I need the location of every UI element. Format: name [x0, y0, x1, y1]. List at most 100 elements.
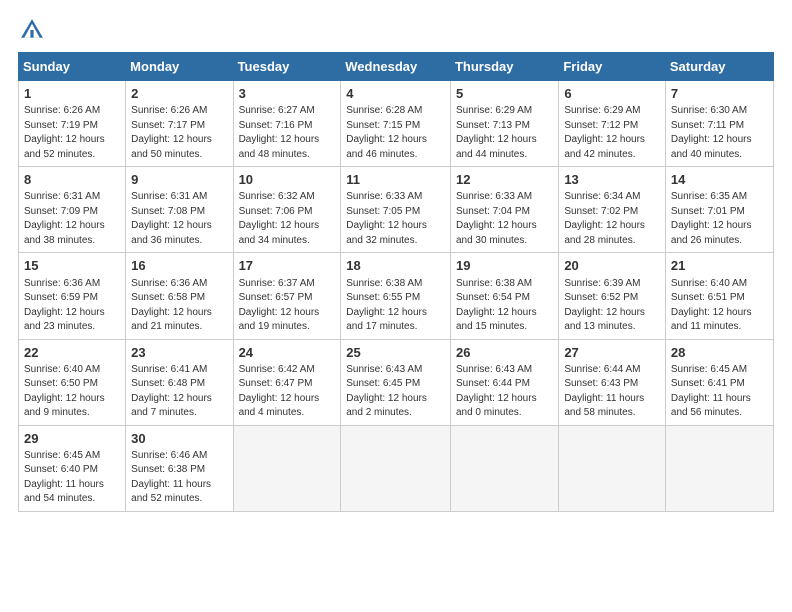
calendar-day-cell: 20 Sunrise: 6:39 AMSunset: 6:52 PMDayligh… [559, 253, 666, 339]
day-number: 12 [456, 171, 553, 189]
calendar-day-cell: 13Sunrise: 6:34 AMSunset: 7:02 PMDayligh… [559, 167, 666, 253]
day-number: 30 [131, 430, 227, 448]
calendar-day-cell: 28Sunrise: 6:45 AMSunset: 6:41 PMDayligh… [665, 339, 773, 425]
day-info: Sunrise: 6:39 AMSunset: 6:52 PMDaylight:… [564, 277, 660, 335]
day-info: Sunrise: 6:40 AMSunset: 6:50 PMDaylight:… [24, 363, 120, 421]
day-info: Sunrise: 6:37 AMSunset: 6:57 PMDaylight:… [239, 277, 336, 335]
day-number: 11 [346, 171, 445, 189]
calendar-week-row: 29Sunrise: 6:45 AMSunset: 6:40 PMDayligh… [19, 425, 774, 511]
logo-icon [18, 16, 46, 44]
calendar-week-row: 22Sunrise: 6:40 AMSunset: 6:50 PMDayligh… [19, 339, 774, 425]
day-info: Sunrise: 6:31 AMSunset: 7:08 PMDaylight:… [131, 190, 227, 248]
calendar-day-cell [559, 425, 666, 511]
calendar-table: SundayMondayTuesdayWednesdayThursdayFrid… [18, 52, 774, 512]
day-info: Sunrise: 6:29 AMSunset: 7:13 PMDaylight:… [456, 104, 553, 162]
calendar-day-cell: 14Sunrise: 6:35 AMSunset: 7:01 PMDayligh… [665, 167, 773, 253]
day-info: Sunrise: 6:43 AMSunset: 6:45 PMDaylight:… [346, 363, 445, 421]
col-header-thursday: Thursday [450, 53, 558, 81]
day-info: Sunrise: 6:45 AMSunset: 6:40 PMDaylight:… [24, 449, 120, 507]
day-number: 7 [671, 85, 768, 103]
logo [18, 16, 48, 44]
calendar-day-cell: 19 Sunrise: 6:38 AMSunset: 6:54 PMDayligh… [450, 253, 558, 339]
day-number: 16 [131, 257, 227, 275]
day-info: Sunrise: 6:36 AMSunset: 6:59 PMDaylight:… [24, 277, 120, 335]
day-number: 25 [346, 344, 445, 362]
day-number: 1 [24, 85, 120, 103]
day-info: Sunrise: 6:43 AMSunset: 6:44 PMDaylight:… [456, 363, 553, 421]
calendar-day-cell: 17 Sunrise: 6:37 AMSunset: 6:57 PMDayligh… [233, 253, 341, 339]
day-info: Sunrise: 6:31 AMSunset: 7:09 PMDaylight:… [24, 190, 120, 248]
day-number: 8 [24, 171, 120, 189]
calendar-day-cell: 9Sunrise: 6:31 AMSunset: 7:08 PMDaylight… [126, 167, 233, 253]
col-header-wednesday: Wednesday [341, 53, 451, 81]
day-number: 2 [131, 85, 227, 103]
calendar-day-cell: 8Sunrise: 6:31 AMSunset: 7:09 PMDaylight… [19, 167, 126, 253]
calendar-day-cell: 10Sunrise: 6:32 AMSunset: 7:06 PMDayligh… [233, 167, 341, 253]
day-info: Sunrise: 6:33 AMSunset: 7:04 PMDaylight:… [456, 190, 553, 248]
day-info: Sunrise: 6:41 AMSunset: 6:48 PMDaylight:… [131, 363, 227, 421]
calendar-day-cell: 4Sunrise: 6:28 AMSunset: 7:15 PMDaylight… [341, 81, 451, 167]
page: SundayMondayTuesdayWednesdayThursdayFrid… [0, 0, 792, 612]
calendar-day-cell: 23Sunrise: 6:41 AMSunset: 6:48 PMDayligh… [126, 339, 233, 425]
day-number: 21 [671, 257, 768, 275]
calendar-day-cell [665, 425, 773, 511]
calendar-day-cell: 27Sunrise: 6:44 AMSunset: 6:43 PMDayligh… [559, 339, 666, 425]
day-number: 28 [671, 344, 768, 362]
calendar-day-cell: 26Sunrise: 6:43 AMSunset: 6:44 PMDayligh… [450, 339, 558, 425]
day-number: 15 [24, 257, 120, 275]
day-info: Sunrise: 6:38 AMSunset: 6:55 PMDaylight:… [346, 277, 445, 335]
calendar-day-cell: 24Sunrise: 6:42 AMSunset: 6:47 PMDayligh… [233, 339, 341, 425]
calendar-day-cell: 7Sunrise: 6:30 AMSunset: 7:11 PMDaylight… [665, 81, 773, 167]
day-info: Sunrise: 6:29 AMSunset: 7:12 PMDaylight:… [564, 104, 660, 162]
day-number: 23 [131, 344, 227, 362]
day-number: 3 [239, 85, 336, 103]
day-info: Sunrise: 6:32 AMSunset: 7:06 PMDaylight:… [239, 190, 336, 248]
day-number: 26 [456, 344, 553, 362]
col-header-saturday: Saturday [665, 53, 773, 81]
day-info: Sunrise: 6:40 AMSunset: 6:51 PMDaylight:… [671, 277, 768, 335]
calendar-day-cell: 30Sunrise: 6:46 AMSunset: 6:38 PMDayligh… [126, 425, 233, 511]
day-number: 6 [564, 85, 660, 103]
col-header-tuesday: Tuesday [233, 53, 341, 81]
calendar-day-cell: 12Sunrise: 6:33 AMSunset: 7:04 PMDayligh… [450, 167, 558, 253]
calendar-week-row: 15 Sunrise: 6:36 AMSunset: 6:59 PMDayligh… [19, 253, 774, 339]
day-info: Sunrise: 6:36 AMSunset: 6:58 PMDaylight:… [131, 277, 227, 335]
day-number: 4 [346, 85, 445, 103]
calendar-week-row: 1Sunrise: 6:26 AMSunset: 7:19 PMDaylight… [19, 81, 774, 167]
header [18, 16, 774, 44]
calendar-week-row: 8Sunrise: 6:31 AMSunset: 7:09 PMDaylight… [19, 167, 774, 253]
day-number: 18 [346, 257, 445, 275]
calendar-day-cell [450, 425, 558, 511]
calendar-day-cell: 22Sunrise: 6:40 AMSunset: 6:50 PMDayligh… [19, 339, 126, 425]
col-header-monday: Monday [126, 53, 233, 81]
day-info: Sunrise: 6:38 AMSunset: 6:54 PMDaylight:… [456, 277, 553, 335]
calendar-day-cell: 18 Sunrise: 6:38 AMSunset: 6:55 PMDayligh… [341, 253, 451, 339]
calendar-day-cell: 29Sunrise: 6:45 AMSunset: 6:40 PMDayligh… [19, 425, 126, 511]
day-info: Sunrise: 6:26 AMSunset: 7:19 PMDaylight:… [24, 104, 120, 162]
day-number: 24 [239, 344, 336, 362]
calendar-day-cell [233, 425, 341, 511]
day-info: Sunrise: 6:33 AMSunset: 7:05 PMDaylight:… [346, 190, 445, 248]
day-info: Sunrise: 6:44 AMSunset: 6:43 PMDaylight:… [564, 363, 660, 421]
calendar-day-cell: 16 Sunrise: 6:36 AMSunset: 6:58 PMDayligh… [126, 253, 233, 339]
calendar-day-cell: 2Sunrise: 6:26 AMSunset: 7:17 PMDaylight… [126, 81, 233, 167]
calendar-header-row: SundayMondayTuesdayWednesdayThursdayFrid… [19, 53, 774, 81]
day-number: 10 [239, 171, 336, 189]
calendar-day-cell: 3Sunrise: 6:27 AMSunset: 7:16 PMDaylight… [233, 81, 341, 167]
calendar-day-cell [341, 425, 451, 511]
day-number: 19 [456, 257, 553, 275]
col-header-sunday: Sunday [19, 53, 126, 81]
calendar-day-cell: 5Sunrise: 6:29 AMSunset: 7:13 PMDaylight… [450, 81, 558, 167]
day-info: Sunrise: 6:26 AMSunset: 7:17 PMDaylight:… [131, 104, 227, 162]
day-info: Sunrise: 6:30 AMSunset: 7:11 PMDaylight:… [671, 104, 768, 162]
calendar-day-cell: 25Sunrise: 6:43 AMSunset: 6:45 PMDayligh… [341, 339, 451, 425]
day-number: 20 [564, 257, 660, 275]
day-number: 17 [239, 257, 336, 275]
calendar-day-cell: 6Sunrise: 6:29 AMSunset: 7:12 PMDaylight… [559, 81, 666, 167]
day-info: Sunrise: 6:27 AMSunset: 7:16 PMDaylight:… [239, 104, 336, 162]
day-number: 29 [24, 430, 120, 448]
day-info: Sunrise: 6:42 AMSunset: 6:47 PMDaylight:… [239, 363, 336, 421]
calendar-day-cell: 21 Sunrise: 6:40 AMSunset: 6:51 PMDayligh… [665, 253, 773, 339]
day-number: 22 [24, 344, 120, 362]
day-number: 9 [131, 171, 227, 189]
